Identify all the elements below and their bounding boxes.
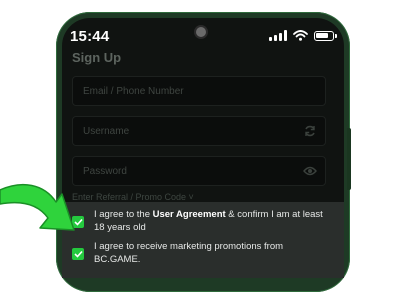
username-field[interactable] xyxy=(72,116,326,146)
terms-agreement-row[interactable]: I agree to the User Agreement & confirm … xyxy=(72,208,324,234)
email-field[interactable] xyxy=(72,76,326,106)
checkmark-icon xyxy=(73,250,83,258)
email-input[interactable] xyxy=(73,77,293,105)
marketing-agreement-row[interactable]: I agree to receive marketing promotions … xyxy=(72,240,324,266)
status-time: 15:44 xyxy=(70,28,110,45)
signal-icon xyxy=(269,30,287,41)
password-field[interactable] xyxy=(72,156,326,186)
marketing-agreement-text: I agree to receive marketing promotions … xyxy=(94,241,284,265)
password-input[interactable] xyxy=(73,157,293,185)
agreements-panel: I agree to the User Agreement & confirm … xyxy=(62,202,344,278)
wifi-icon xyxy=(293,30,308,41)
eye-icon[interactable] xyxy=(303,165,317,177)
terms-agreement-text: I agree to the User Agreement & confirm … xyxy=(94,208,324,234)
battery-icon xyxy=(314,30,337,41)
username-input[interactable] xyxy=(73,117,293,145)
front-camera xyxy=(196,27,206,37)
refresh-icon[interactable] xyxy=(303,125,317,137)
pointer-arrow-icon xyxy=(0,183,75,231)
terms-prefix: I agree to the xyxy=(94,209,153,220)
page-title: Sign Up xyxy=(72,50,122,65)
phone-side-button xyxy=(347,128,351,190)
marketing-checkbox[interactable] xyxy=(72,248,84,260)
user-agreement-link[interactable]: User Agreement xyxy=(153,209,226,220)
phone-screen: 15:44 Sign Up Enter Referral / Pro xyxy=(62,18,344,278)
status-icons xyxy=(269,30,337,41)
referral-code-toggle[interactable]: Enter Referral / Promo Code ˅ xyxy=(72,192,194,202)
